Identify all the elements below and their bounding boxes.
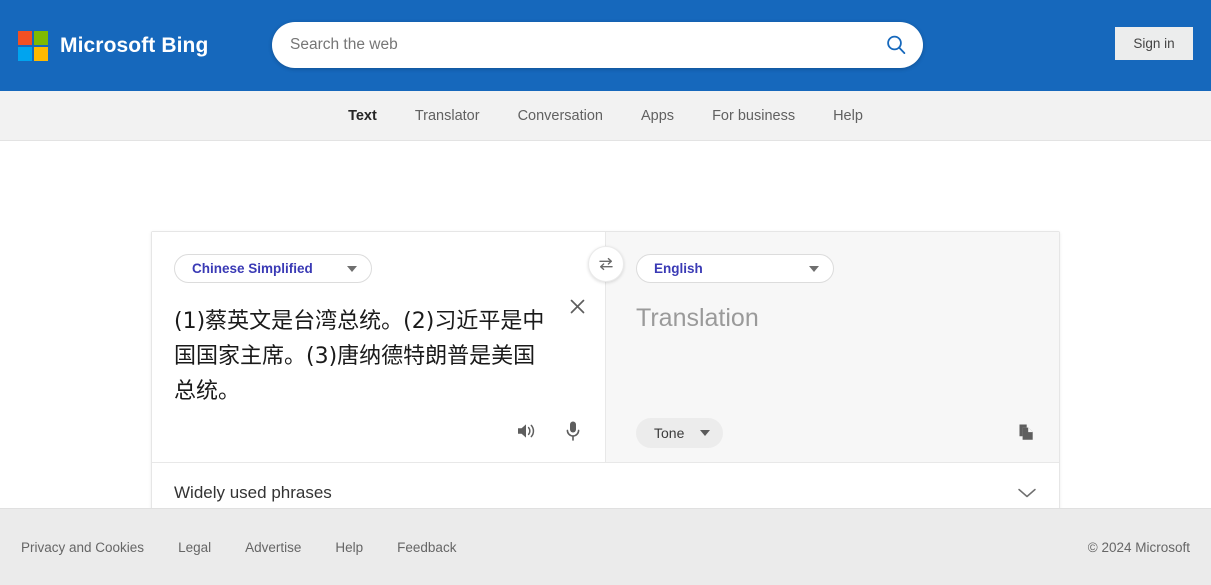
translator-card: Chinese Simplified (1)蔡英文是台湾总统。(2)习近平是中国… bbox=[151, 231, 1060, 523]
source-language-label: Chinese Simplified bbox=[192, 261, 313, 276]
nav-item-translator[interactable]: Translator bbox=[396, 91, 499, 141]
sign-in-button[interactable]: Sign in bbox=[1115, 27, 1193, 60]
target-language-label: English bbox=[654, 261, 703, 276]
copy-icon bbox=[1019, 424, 1033, 440]
search-input[interactable] bbox=[272, 22, 869, 68]
speaker-icon bbox=[518, 424, 535, 438]
target-language-dropdown[interactable]: English bbox=[636, 254, 834, 283]
nav-item-for-business[interactable]: For business bbox=[693, 91, 814, 141]
bing-brand-logo[interactable]: Microsoft Bing bbox=[18, 30, 209, 61]
footer-link-help[interactable]: Help bbox=[335, 540, 397, 555]
widely-used-phrases-label: Widely used phrases bbox=[174, 482, 332, 502]
copy-translation-button[interactable] bbox=[1011, 417, 1041, 447]
translation-placeholder: Translation bbox=[636, 304, 759, 332]
footer-link-privacy-and-cookies[interactable]: Privacy and Cookies bbox=[21, 540, 178, 555]
swap-languages-button[interactable] bbox=[588, 246, 624, 282]
listen-source-button[interactable] bbox=[512, 416, 542, 446]
nav-item-help[interactable]: Help bbox=[814, 91, 882, 141]
primary-navigation: Text Translator Conversation Apps For bu… bbox=[0, 91, 1211, 141]
main-content: Chinese Simplified (1)蔡英文是台湾总统。(2)习近平是中国… bbox=[0, 141, 1211, 523]
microphone-icon bbox=[566, 421, 580, 441]
microsoft-logo-icon bbox=[18, 30, 48, 61]
source-text[interactable]: (1)蔡英文是台湾总统。(2)习近平是中国国家主席。(3)唐纳德特朗普是美国总统… bbox=[174, 304, 553, 409]
chevron-down-icon bbox=[347, 265, 357, 272]
close-icon bbox=[570, 299, 584, 313]
footer-links: Privacy and Cookies Legal Advertise Help… bbox=[21, 540, 490, 555]
nav-item-text[interactable]: Text bbox=[329, 91, 396, 141]
copyright-label: © 2024 Microsoft bbox=[1087, 539, 1190, 555]
voice-input-button[interactable] bbox=[558, 416, 588, 446]
tone-label: Tone bbox=[654, 425, 685, 441]
chevron-down-icon bbox=[1018, 488, 1036, 497]
clear-source-button[interactable] bbox=[563, 292, 591, 320]
nav-item-apps[interactable]: Apps bbox=[622, 91, 693, 141]
target-pane: English Translation Tone bbox=[606, 232, 1059, 462]
footer-link-feedback[interactable]: Feedback bbox=[397, 540, 490, 555]
search-bar[interactable] bbox=[272, 22, 923, 68]
footer-link-legal[interactable]: Legal bbox=[178, 540, 245, 555]
footer-link-advertise[interactable]: Advertise bbox=[245, 540, 335, 555]
source-actions bbox=[512, 416, 588, 446]
source-language-dropdown[interactable]: Chinese Simplified bbox=[174, 254, 372, 283]
search-icon bbox=[887, 35, 906, 55]
source-pane: Chinese Simplified (1)蔡英文是台湾总统。(2)习近平是中国… bbox=[152, 232, 606, 462]
swap-languages-icon bbox=[599, 257, 613, 271]
tone-dropdown[interactable]: Tone bbox=[636, 418, 724, 448]
brand-name-label: Microsoft Bing bbox=[60, 33, 209, 57]
site-footer: Privacy and Cookies Legal Advertise Help… bbox=[0, 508, 1211, 585]
chevron-down-icon bbox=[809, 265, 819, 272]
site-header: Microsoft Bing Sign in bbox=[0, 0, 1211, 91]
translator-panes: Chinese Simplified (1)蔡英文是台湾总统。(2)习近平是中国… bbox=[152, 232, 1059, 462]
chevron-down-icon bbox=[700, 430, 711, 436]
nav-item-conversation[interactable]: Conversation bbox=[499, 91, 622, 141]
search-button[interactable] bbox=[869, 22, 923, 68]
